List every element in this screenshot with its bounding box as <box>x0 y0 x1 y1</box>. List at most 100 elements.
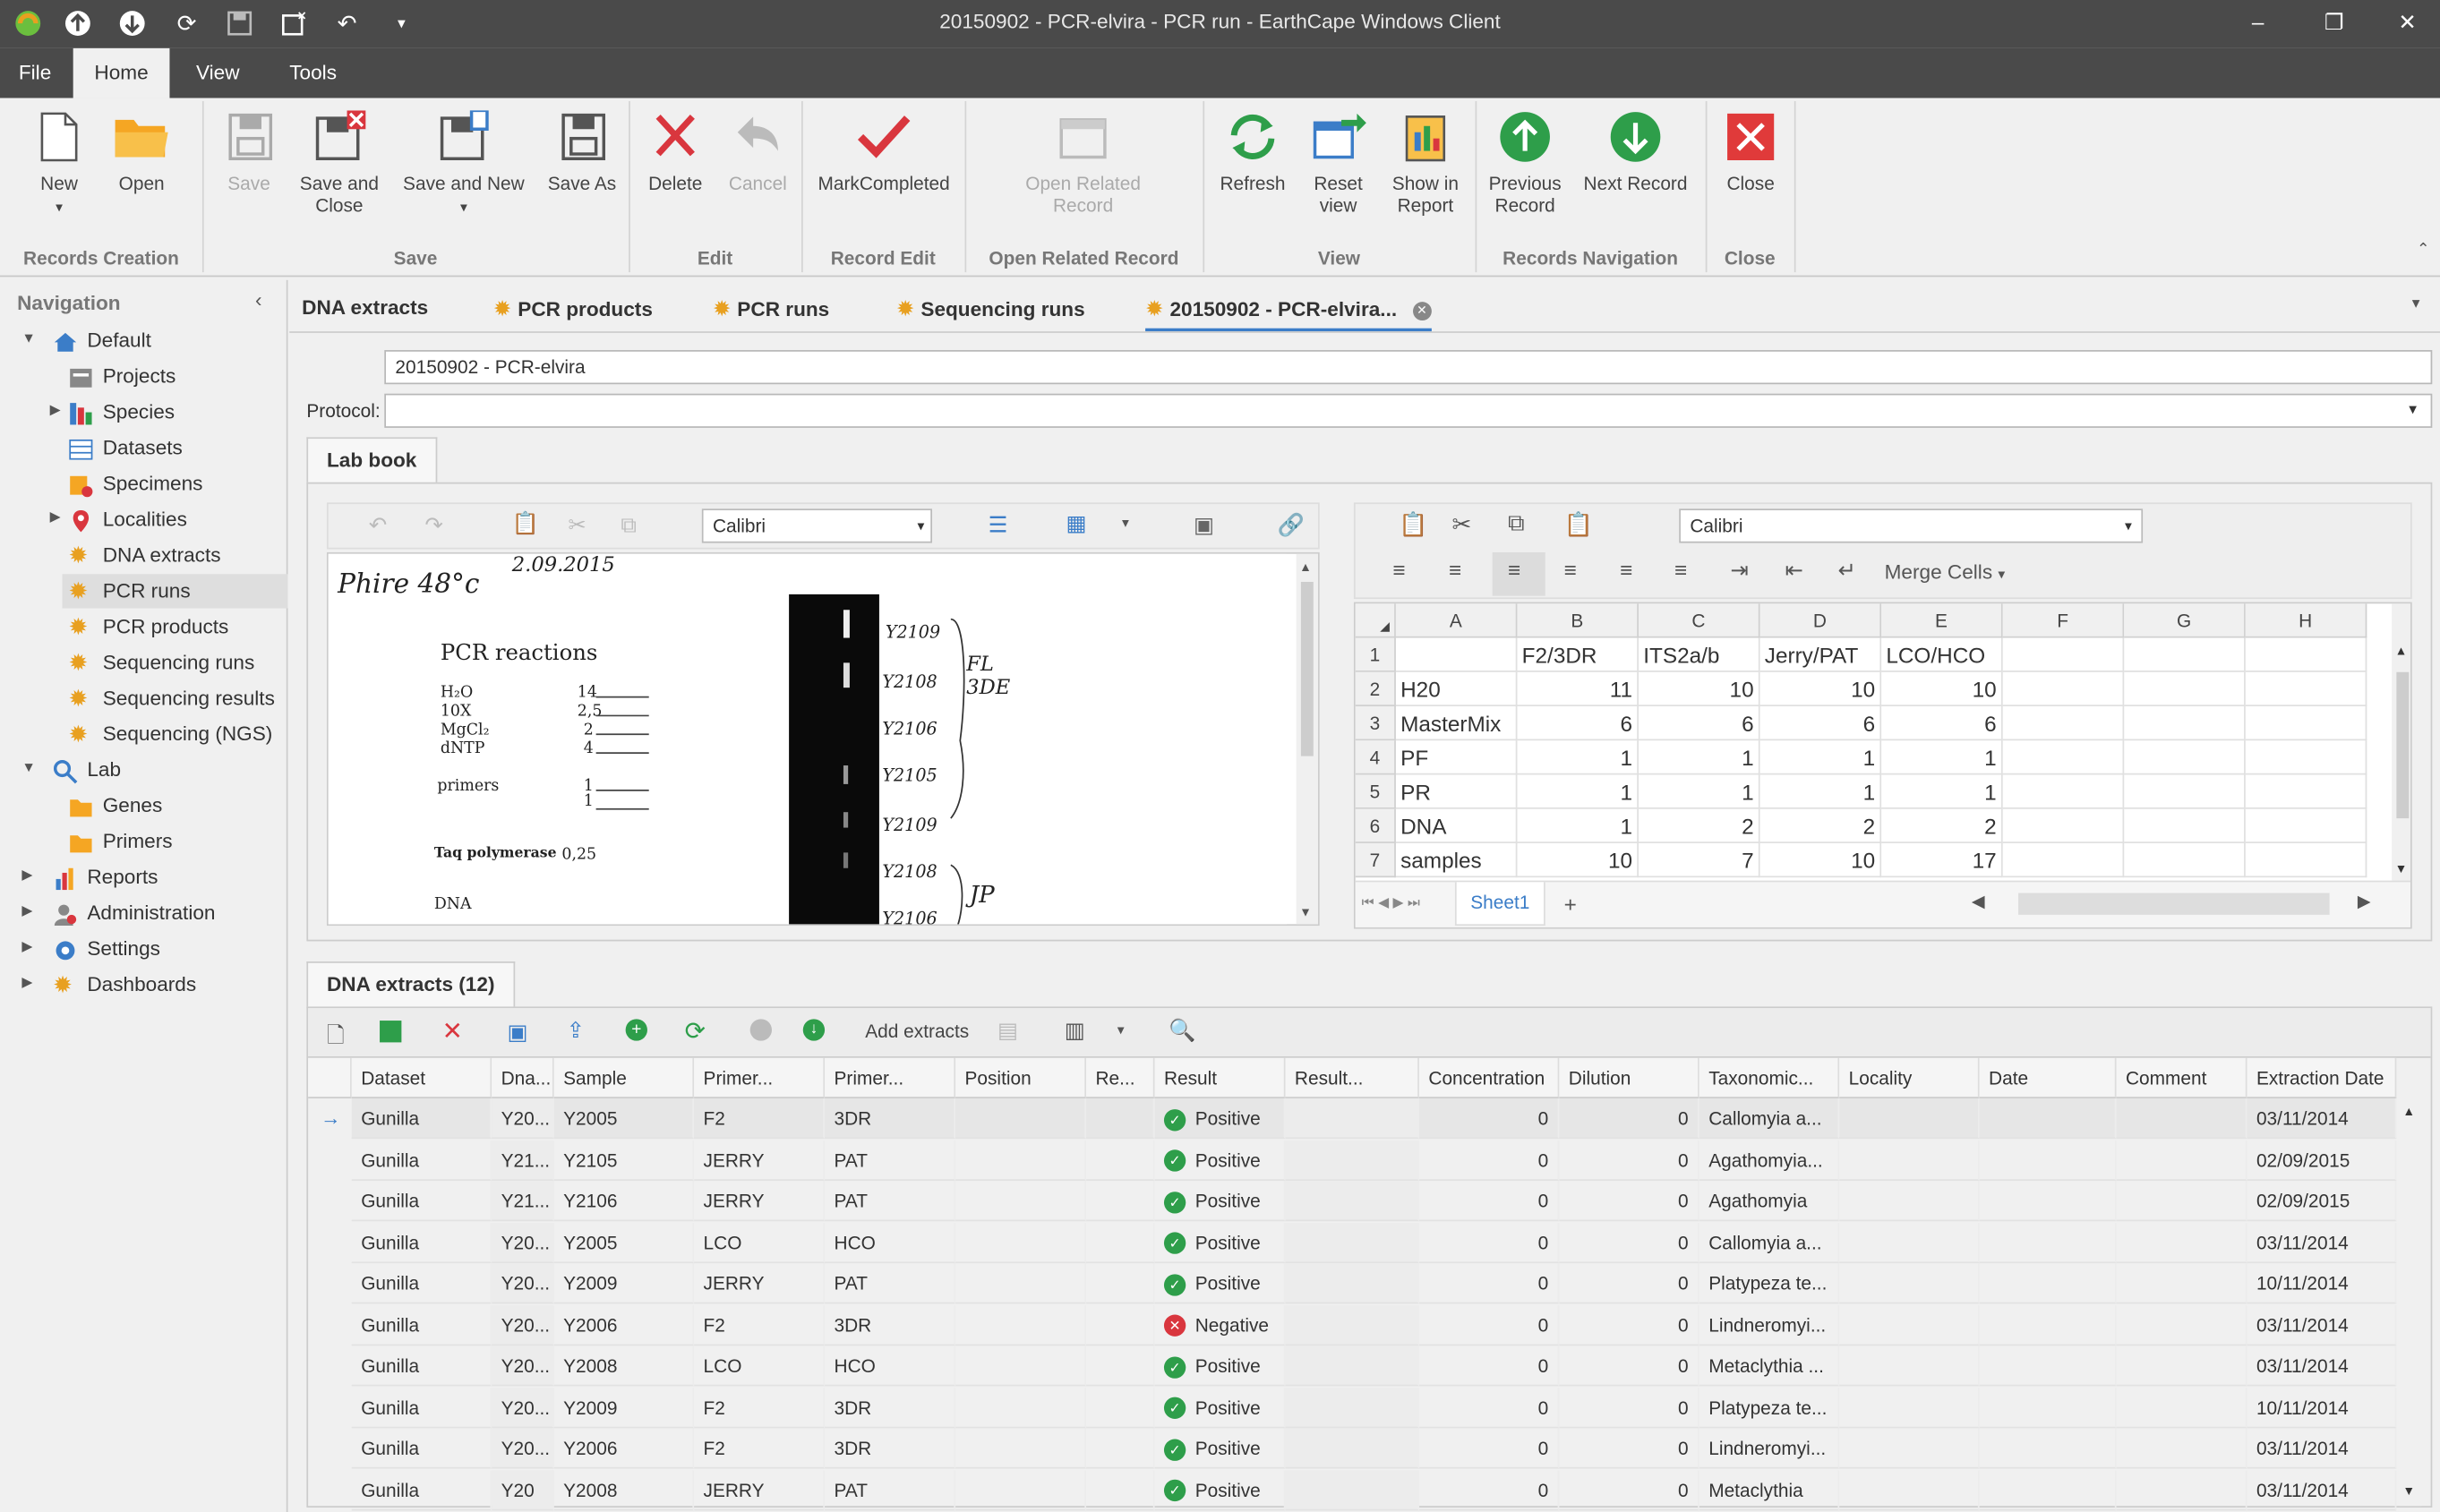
grid-cell[interactable] <box>1086 1345 1155 1387</box>
grid-cell[interactable]: ✕ Negative <box>1154 1304 1286 1345</box>
grid-cell[interactable]: Y2005 <box>553 1222 695 1263</box>
doc-tab-3[interactable]: ✹ Sequencing runs <box>896 285 1085 331</box>
grid-cell[interactable]: Y20... <box>492 1387 554 1428</box>
grid-column-header[interactable]: Dilution <box>1559 1057 1699 1098</box>
grid-cell[interactable] <box>1086 1263 1155 1304</box>
grid-cell[interactable] <box>1839 1222 1980 1263</box>
protocol-dropdown-icon[interactable]: ▾ <box>2409 401 2417 418</box>
grid-cell[interactable]: 03/11/2014 <box>2247 1304 2397 1345</box>
sheet-cell[interactable]: 6 <box>1517 706 1640 741</box>
grid-cell[interactable]: 0 <box>1418 1345 1560 1387</box>
doc-tab-0[interactable]: DNA extracts <box>302 285 428 331</box>
sheet-font-select[interactable]: Calibri ▾ <box>1679 508 2144 543</box>
grid-cell[interactable]: Y20... <box>492 1304 554 1345</box>
grid-cell[interactable] <box>1839 1387 1980 1428</box>
grid-cell[interactable] <box>1979 1222 2117 1263</box>
sheet-cell[interactable]: 1 <box>1517 740 1640 775</box>
align-center-icon[interactable]: ≡ <box>1620 557 1632 582</box>
grid-column-header[interactable]: Position <box>955 1057 1087 1098</box>
row-header[interactable]: 7 <box>1355 842 1396 878</box>
sheet-cell[interactable]: 10 <box>1759 671 1882 707</box>
name-field[interactable] <box>384 350 2433 385</box>
sheet-cell[interactable] <box>2245 740 2367 775</box>
grid-cell[interactable]: Gunilla <box>351 1181 492 1222</box>
grid-cell[interactable] <box>1839 1140 1980 1181</box>
grid-cell[interactable]: Callomyia a... <box>1699 1222 1840 1263</box>
grid-cell[interactable]: 0 <box>1418 1222 1560 1263</box>
grid-cell[interactable]: Agathomyia... <box>1699 1140 1840 1181</box>
grid-cell[interactable] <box>1979 1428 2117 1469</box>
close-tab-icon[interactable]: ✕ <box>1412 301 1432 320</box>
grid-cell[interactable]: Agathomyia <box>1699 1181 1840 1222</box>
new-button[interactable]: New ▾ <box>28 104 90 218</box>
grid-cell[interactable] <box>955 1345 1087 1387</box>
grid-cell[interactable]: 3DR <box>825 1098 956 1140</box>
nav-item-administration[interactable]: Administration <box>53 896 215 930</box>
sheet-cell[interactable]: 6 <box>1759 706 1882 741</box>
grid-cell[interactable]: ✓ Positive <box>1154 1263 1286 1304</box>
expand-icon[interactable]: ▼ <box>21 329 40 345</box>
sheet-cell[interactable]: PR <box>1395 774 1518 809</box>
grid-cell[interactable]: LCO <box>694 1345 826 1387</box>
grid-cell[interactable] <box>1979 1263 2117 1304</box>
labbook-tab[interactable]: Lab book <box>306 437 437 484</box>
grid-cell[interactable]: Lindneromyi... <box>1699 1304 1840 1345</box>
save-close-button[interactable]: Save and Close <box>293 104 386 217</box>
row-header[interactable]: 2 <box>1355 671 1396 707</box>
table-icon[interactable]: ▦ <box>1066 510 1086 537</box>
table-row[interactable]: Gunilla Y20... Y2009 JERRY PAT ✓ Positive 0 0 Pla… <box>351 1263 2397 1304</box>
sheet-cell[interactable] <box>2245 842 2367 878</box>
nav-item-dashboards[interactable]: ✹ Dashboards <box>53 968 196 1002</box>
grid-cell[interactable] <box>1979 1181 2117 1222</box>
grid-cell[interactable]: Gunilla <box>351 1263 492 1304</box>
nav-item-specimens[interactable]: Specimens <box>68 466 202 500</box>
grid-cell[interactable]: 0 <box>1559 1140 1699 1181</box>
sheet-cell[interactable]: 10 <box>1517 842 1640 878</box>
grid-cell[interactable]: Callomyia a... <box>1699 1098 1840 1140</box>
sheet-cell[interactable] <box>2245 671 2367 707</box>
grid-cell[interactable]: PAT <box>825 1181 956 1222</box>
grid-cell[interactable]: Gunilla <box>351 1345 492 1387</box>
grid-cell[interactable]: 0 <box>1418 1140 1560 1181</box>
menu-tools[interactable]: Tools <box>270 48 355 98</box>
delete-button[interactable]: Delete <box>641 104 709 194</box>
cancel-button[interactable]: Cancel <box>722 104 793 194</box>
doc-tab-1[interactable]: ✹ PCR products <box>493 285 653 331</box>
collapse-nav-icon[interactable]: ‹ <box>255 288 262 312</box>
sheet-cell[interactable]: 17 <box>1881 842 2003 878</box>
grid-cell[interactable] <box>1839 1098 1980 1140</box>
layout-dropdown-icon[interactable]: ▾ <box>1117 1022 1125 1039</box>
grid-cell[interactable]: 0 <box>1559 1304 1699 1345</box>
column-header[interactable]: C <box>1639 603 1760 638</box>
grid-cell[interactable]: PAT <box>825 1140 956 1181</box>
grid-cell[interactable]: 10/11/2014 <box>2247 1387 2397 1428</box>
grid-cell[interactable] <box>1979 1098 2117 1140</box>
new-row-icon[interactable]: 🗋 <box>327 1019 345 1056</box>
expand-icon[interactable]: ▶ <box>21 867 40 884</box>
copy-icon[interactable]: ⧉ <box>621 512 636 539</box>
grid-column-header[interactable]: Result... <box>1285 1057 1419 1098</box>
collapse-ribbon-icon[interactable]: ⌃ <box>2417 241 2430 258</box>
column-header[interactable]: B <box>1517 603 1640 638</box>
grid-cell[interactable]: Y21... <box>492 1140 554 1181</box>
grid-cell[interactable] <box>955 1098 1087 1140</box>
table-row[interactable]: Gunilla Y20... Y2008 LCO HCO ✓ Positive 0 0 Metac… <box>351 1345 2397 1387</box>
minimize-button[interactable]: – <box>2227 4 2290 42</box>
grid-column-header[interactable]: Sample <box>553 1057 695 1098</box>
nav-item-reports[interactable]: Reports <box>53 860 158 894</box>
grid-cell[interactable]: 03/11/2014 <box>2247 1469 2397 1510</box>
sheet-cell[interactable]: 10 <box>1639 671 1760 707</box>
grid-cell[interactable] <box>2116 1263 2247 1304</box>
cut-icon[interactable]: ✂ <box>1451 510 1471 539</box>
row-header[interactable]: 1 <box>1355 637 1396 672</box>
grid-cell[interactable]: Lindneromyi... <box>1699 1428 1840 1469</box>
nav-item-pcr-products[interactable]: ✹ PCR products <box>68 610 228 644</box>
table-dropdown-icon[interactable]: ▾ <box>1122 515 1129 532</box>
row-header[interactable]: 6 <box>1355 808 1396 843</box>
sheet-cell[interactable] <box>2124 706 2246 741</box>
document-scrollbar[interactable]: ▲ ▼ <box>1296 553 1319 925</box>
grid-column-header[interactable]: Concentration <box>1418 1057 1560 1098</box>
indent-icon[interactable]: ⇥ <box>1731 557 1749 584</box>
sheet-cell[interactable]: PF <box>1395 740 1518 775</box>
sheet-cell[interactable] <box>2002 706 2125 741</box>
